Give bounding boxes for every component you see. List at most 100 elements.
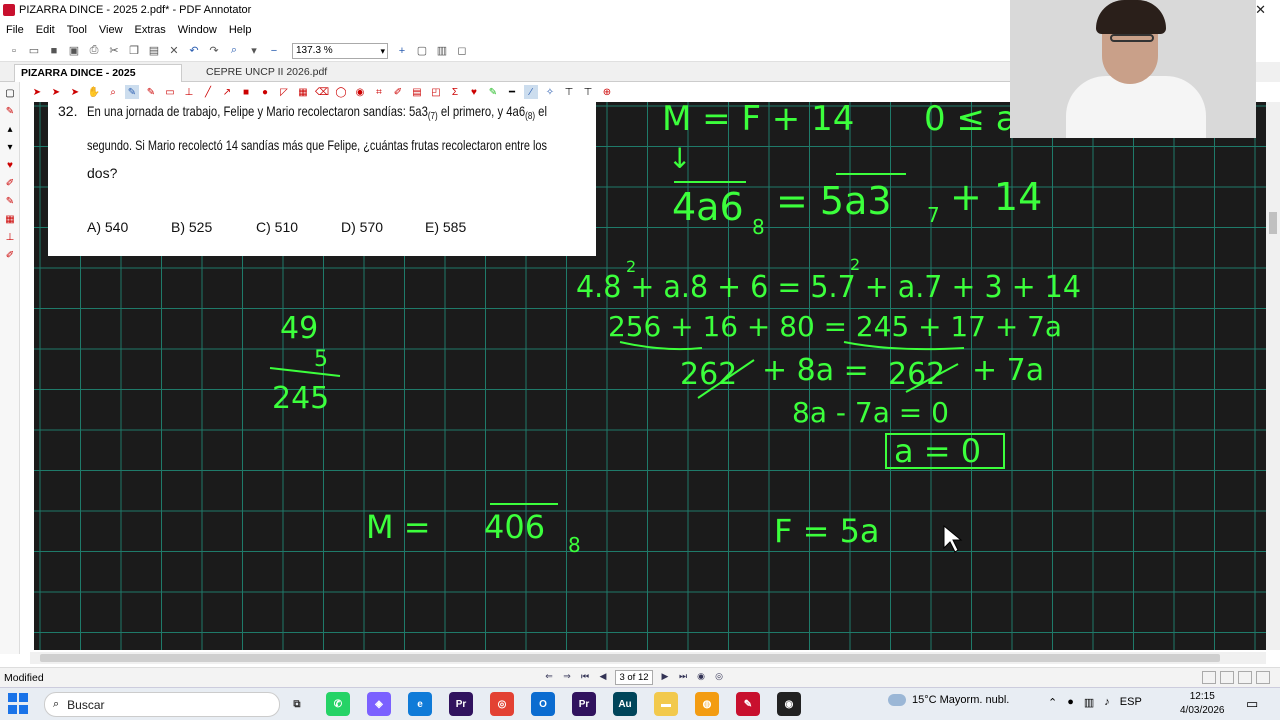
select-area-icon[interactable]: ➤	[68, 85, 82, 99]
menu-file[interactable]: File	[6, 24, 24, 36]
marker-icon[interactable]: ✐	[4, 178, 16, 190]
first-page-icon[interactable]: ⏮	[578, 671, 592, 685]
language-indicator[interactable]: ESP	[1120, 696, 1142, 709]
stamp-icon[interactable]: ⊥	[4, 232, 16, 244]
taskbar-search[interactable]: ⌕ Buscar	[44, 692, 280, 717]
chalkboard-page[interactable]: 32. En una jornada de trabajo, Felipe y …	[34, 102, 1266, 650]
windows-start-icon[interactable]	[8, 693, 30, 715]
page-indicator[interactable]: 3 of 12	[615, 670, 653, 685]
save-all-icon[interactable]: ▣	[66, 43, 82, 59]
stamp-tool-icon[interactable]: ⊥	[182, 85, 196, 99]
tools-dropdown-icon[interactable]: ▾	[246, 43, 262, 59]
menu-window[interactable]: Window	[178, 24, 217, 36]
zoom-out-icon[interactable]: −	[266, 43, 282, 59]
page-thumb-icon[interactable]: ▢	[4, 88, 16, 100]
single-page-view-icon[interactable]	[1202, 671, 1216, 684]
redo-icon[interactable]: ↷	[206, 43, 222, 59]
zoom-in-icon[interactable]: +	[394, 43, 410, 59]
tab-pizarra-dince[interactable]: PIZARRA DINCE - 2025 2.pdf*✕	[14, 64, 182, 95]
arrow-tool-icon[interactable]: ↗	[220, 85, 234, 99]
chrome-icon[interactable]: ◎	[490, 692, 514, 716]
scroll-up-icon[interactable]: ▴	[4, 124, 16, 136]
menu-edit[interactable]: Edit	[36, 24, 55, 36]
menu-tool[interactable]: Tool	[67, 24, 87, 36]
prev-page-icon[interactable]: ◀	[596, 671, 610, 685]
textbox-tool-icon[interactable]: ▭	[163, 85, 177, 99]
vertical-scroll-thumb[interactable]	[1269, 212, 1277, 234]
camera-tool-icon[interactable]: ◉	[353, 85, 367, 99]
highlighter-tool-icon[interactable]: ✐	[391, 85, 405, 99]
page-forward-icon[interactable]: ⇒	[560, 671, 574, 685]
zoom-level-select[interactable]: 137.3 %	[292, 42, 388, 59]
close-window-icon[interactable]: ✕	[1255, 2, 1266, 18]
task-view-icon[interactable]: ⧉	[285, 692, 309, 716]
highlighter-icon[interactable]: ✎	[4, 196, 16, 208]
select-arrow-icon[interactable]: ➤	[30, 85, 44, 99]
text-options-icon[interactable]: ⊤	[581, 85, 595, 99]
open-folder-icon[interactable]: ▭	[26, 43, 42, 59]
copilot-icon[interactable]: ◈	[367, 692, 391, 716]
firefox-icon[interactable]: ◍	[695, 692, 719, 716]
polygon-tool-icon[interactable]: ◸	[277, 85, 291, 99]
recorder-icon[interactable]: ◉	[777, 692, 801, 716]
select-text-icon[interactable]: ➤	[49, 85, 63, 99]
whatsapp-icon[interactable]: ✆	[326, 692, 350, 716]
audition-icon[interactable]: Au	[613, 692, 637, 716]
lasso-tool-icon[interactable]: ◯	[334, 85, 348, 99]
favorite-icon[interactable]: ♥	[4, 160, 16, 172]
marker-tool-icon[interactable]: ✎	[144, 85, 158, 99]
grid-view-icon[interactable]	[1256, 671, 1270, 684]
horizontal-scroll-thumb[interactable]	[40, 654, 1220, 662]
copy-icon[interactable]: ❐	[126, 43, 142, 59]
red-pen-icon[interactable]: ✎	[4, 106, 16, 118]
menu-help[interactable]: Help	[229, 24, 252, 36]
two-page-view-icon[interactable]	[1220, 671, 1234, 684]
weather-widget[interactable]: 15°C Mayorm. nubl.	[888, 694, 1009, 706]
search-input[interactable]: Buscar	[67, 698, 104, 712]
image-icon[interactable]: ▦	[4, 214, 16, 226]
delete-icon[interactable]: ✕	[166, 43, 182, 59]
continuous-view-icon[interactable]	[1238, 671, 1252, 684]
pen-color-icon[interactable]: ✎	[486, 85, 500, 99]
save-icon[interactable]: ■	[46, 43, 62, 59]
find-icon[interactable]: ⌕	[226, 43, 242, 59]
premiere-icon[interactable]: Pr	[449, 692, 473, 716]
new-document-icon[interactable]: ▫	[6, 43, 22, 59]
paste-icon[interactable]: ▤	[146, 43, 162, 59]
calculator-tool-icon[interactable]: ▤	[410, 85, 424, 99]
line-width-icon[interactable]: ━	[505, 85, 519, 99]
premiere-rush-icon[interactable]: Pr	[572, 692, 596, 716]
print-icon[interactable]: ⎙	[86, 43, 102, 59]
shapes-dropdown-icon[interactable]: ◰	[429, 85, 443, 99]
ink-settings-icon[interactable]: ✧	[543, 85, 557, 99]
crop-tool-icon[interactable]: ⌗	[372, 85, 386, 99]
history-back-icon[interactable]: ◉	[694, 671, 708, 685]
next-page-icon[interactable]: ▶	[658, 671, 672, 685]
fit-width-icon[interactable]: ▥	[434, 43, 450, 59]
menu-extras[interactable]: Extras	[135, 24, 166, 36]
image-tool-icon[interactable]: ▦	[296, 85, 310, 99]
ellipse-tool-icon[interactable]: ●	[258, 85, 272, 99]
zoom-tool-icon[interactable]: ⌕	[106, 85, 120, 99]
document-canvas[interactable]: 32. En una jornada de trabajo, Felipe y …	[34, 102, 1266, 650]
pen-tool-icon[interactable]: ✎	[125, 85, 139, 99]
fullscreen-icon[interactable]: ◻	[454, 43, 470, 59]
menu-view[interactable]: View	[99, 24, 123, 36]
notification-icon[interactable]: ▭	[1246, 696, 1258, 712]
eraser-tool-icon[interactable]: ⌫	[315, 85, 329, 99]
last-page-icon[interactable]: ⏭	[676, 671, 690, 685]
brush-icon[interactable]: ✐	[4, 250, 16, 262]
network-icon[interactable]: ▥	[1084, 696, 1094, 709]
volume-icon[interactable]: ♪	[1104, 696, 1110, 709]
microphone-icon[interactable]: ●	[1067, 696, 1074, 709]
ink-mode-icon[interactable]: ∕	[524, 85, 538, 99]
page-back-icon[interactable]: ⇐	[542, 671, 556, 685]
rectangle-tool-icon[interactable]: ■	[239, 85, 253, 99]
text-align-icon[interactable]: ⊤	[562, 85, 576, 99]
fit-page-icon[interactable]: ▢	[414, 43, 430, 59]
vertical-scrollbar[interactable]	[1266, 102, 1280, 650]
history-forward-icon[interactable]: ◎	[712, 671, 726, 685]
pdf-annotator-task-icon[interactable]: ✎	[736, 692, 760, 716]
horizontal-scrollbar[interactable]	[30, 652, 1266, 664]
taskbar-clock[interactable]: 12:15 4/03/2026	[1180, 690, 1225, 718]
